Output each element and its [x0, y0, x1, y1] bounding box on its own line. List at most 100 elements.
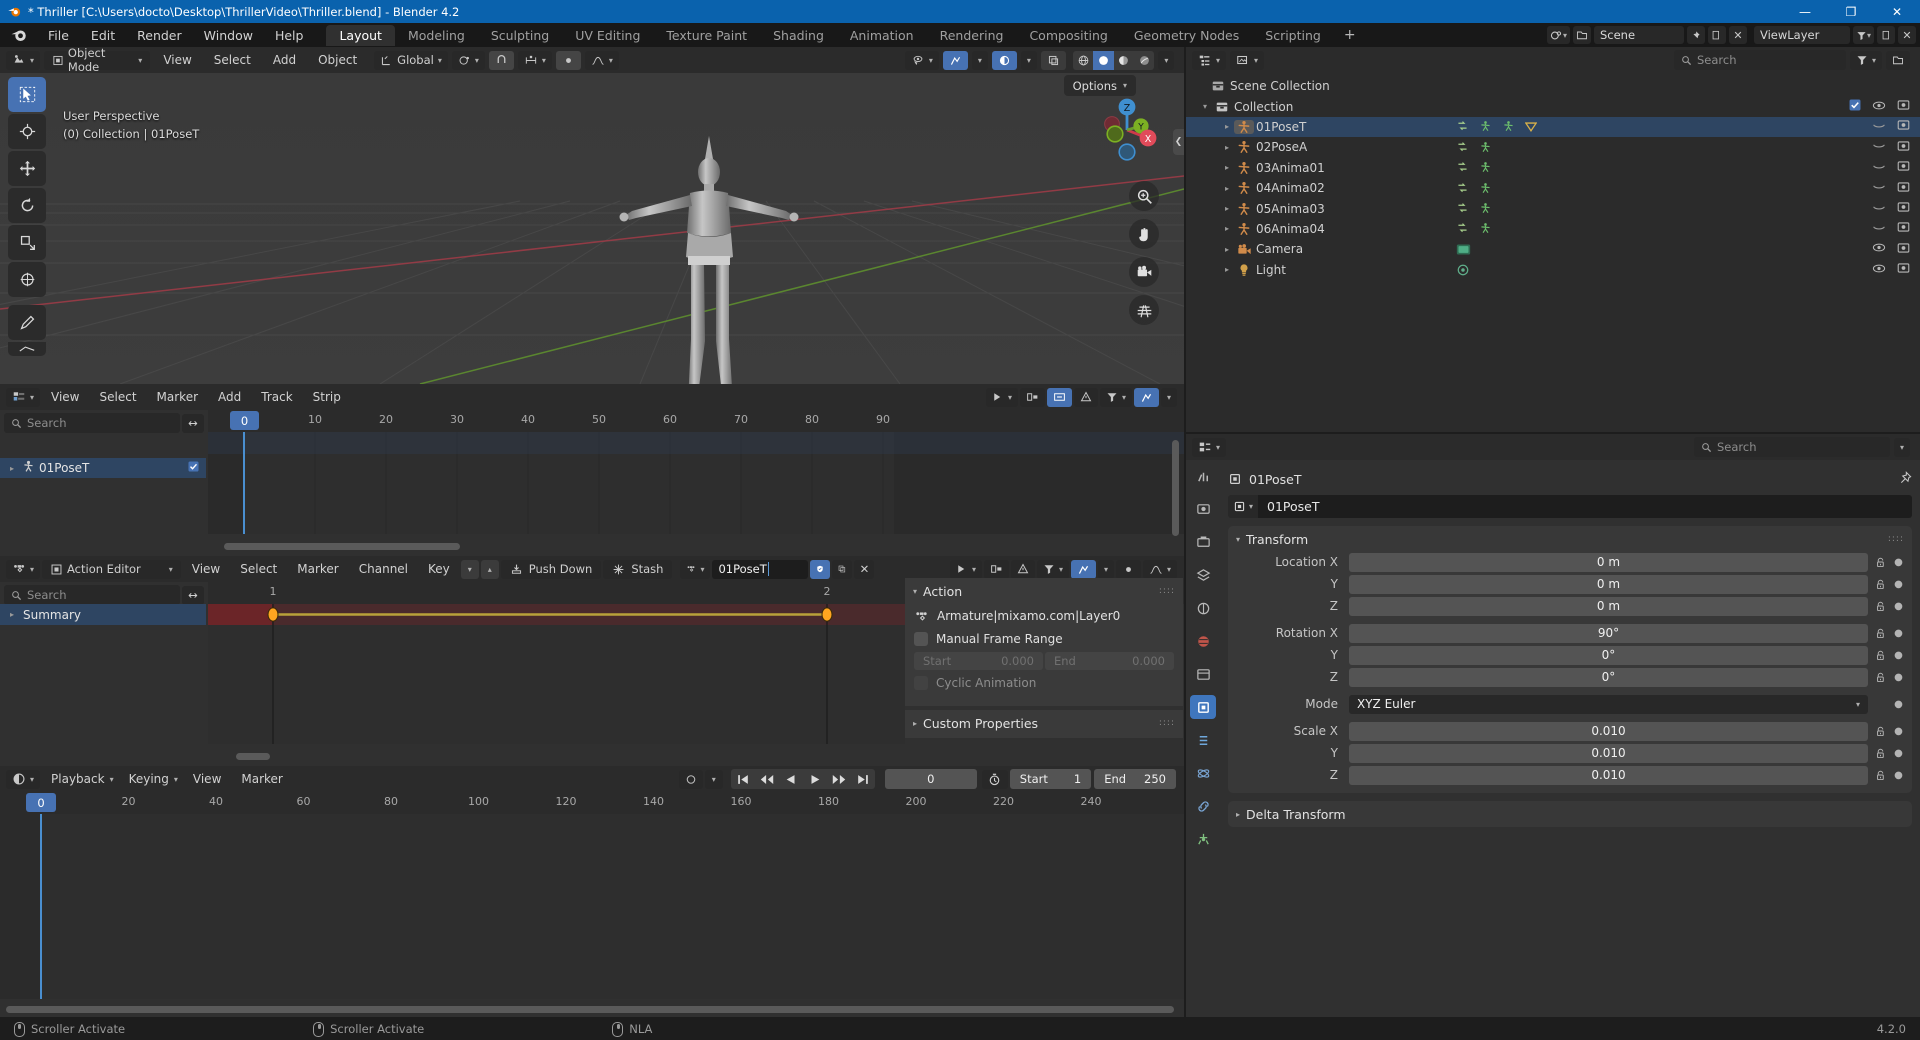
auto-keying-toggle[interactable] [678, 769, 703, 789]
workspace-tab-texture-paint[interactable]: Texture Paint [653, 25, 760, 46]
animate-property-dot[interactable]: ● [1893, 650, 1904, 661]
proportional-edit-toggle[interactable] [555, 50, 581, 70]
shading-dropdown[interactable]: ▾ [1158, 50, 1175, 70]
outliner-hide-eye-icon[interactable] [1872, 263, 1886, 277]
new-scene-icon[interactable] [1707, 26, 1726, 44]
dopesheet-menu-key[interactable]: Key [419, 556, 459, 582]
dopesheet-keyframe-area[interactable] [208, 604, 905, 744]
close-button[interactable]: ✕ [1874, 0, 1920, 23]
animate-property-dot[interactable]: ● [1893, 628, 1904, 639]
animate-property-dot[interactable]: ● [1893, 579, 1904, 590]
collection-checkbox[interactable] [1849, 99, 1861, 114]
use-preview-range-icon[interactable] [981, 769, 1008, 789]
action-next-button[interactable]: ▴ [480, 559, 499, 579]
pin-scene-icon[interactable] [1686, 26, 1705, 44]
outliner-hide-eye-icon[interactable] [1872, 140, 1886, 154]
action-panel[interactable]: ▾ Action :::: Armature|mixamo.com|Layer0… [905, 578, 1183, 706]
overlays-dropdown[interactable]: ▾ [1020, 50, 1037, 70]
outliner-item-06anima04[interactable]: ▸ 06Anima04 [1186, 219, 1920, 239]
outliner-editor-type-icon[interactable]: ▾ [1192, 50, 1227, 70]
tool-annotate-icon[interactable] [8, 305, 46, 340]
snap-target-selector[interactable]: ▾ [517, 50, 552, 70]
transform-value-field[interactable]: 0.010 [1349, 743, 1868, 763]
tab-constraints[interactable] [1190, 794, 1216, 818]
dopesheet-editor-type-icon[interactable]: ▾ [6, 559, 41, 579]
xray-toggle[interactable] [1040, 50, 1066, 70]
dopesheet-proportional-icon[interactable]: ▾ [949, 559, 982, 579]
dopesheet-menu-select[interactable]: Select [231, 556, 286, 582]
nla-menu-select[interactable]: Select [91, 384, 146, 410]
pivot-point-selector[interactable]: ▾ [451, 50, 485, 70]
outliner-disable-render-icon[interactable] [1897, 242, 1910, 257]
object-datablock-icon[interactable]: ▾ [1228, 495, 1259, 518]
visibility-gizmo-icon[interactable]: ▾ [904, 50, 939, 70]
nla-vertical-scrollbar[interactable] [1172, 440, 1179, 536]
editor-type-selector[interactable]: ▾ [6, 50, 41, 70]
nla-strip-area[interactable] [208, 432, 1184, 534]
workspace-tab-compositing[interactable]: Compositing [1016, 25, 1120, 46]
transform-panel[interactable]: ▾ Transform :::: Location X0 m ● Y 0 m ● Z 0 m… [1228, 526, 1912, 793]
workspace-tab-modeling[interactable]: Modeling [395, 25, 478, 46]
overlays-toggle[interactable] [991, 50, 1017, 70]
transform-collapse-chevron-down-icon[interactable]: ▾ [1236, 535, 1240, 544]
animate-property-dot[interactable]: ● [1893, 601, 1904, 612]
tab-world[interactable] [1190, 629, 1216, 653]
dopesheet-search-input[interactable]: Search [4, 585, 180, 605]
dopesheet-only-selected-icon[interactable] [983, 559, 1009, 579]
workspace-tab-rendering[interactable]: Rendering [927, 25, 1017, 46]
transform-value-mode[interactable]: XYZ Euler ▾ [1349, 694, 1868, 714]
frame-range-start-field[interactable]: Start 0.000 [914, 652, 1043, 670]
nla-menu-strip[interactable]: Strip [304, 384, 350, 410]
properties-options-dropdown[interactable]: ▾ [1893, 437, 1910, 457]
outliner-item-data-icons[interactable] [1456, 202, 1492, 215]
nla-menu-view[interactable]: View [42, 384, 88, 410]
outliner-item-01poset[interactable]: ▸ 01PoseT [1186, 116, 1920, 138]
outliner-expand-chevron-right-icon[interactable]: ▸ [1220, 184, 1234, 193]
tab-tool[interactable] [1190, 464, 1216, 488]
lock-icon[interactable] [1873, 556, 1888, 569]
outliner-disable-render-icon[interactable] [1897, 160, 1910, 175]
outliner-disable-render-icon[interactable] [1897, 262, 1910, 277]
timeline-editor[interactable]: ▾ Playback ▾ Keying ▾ View Marker ▾ 0 St… [0, 766, 1184, 1017]
nla-menu-add[interactable]: Add [209, 384, 250, 410]
custom-properties-title[interactable]: ▸ Custom Properties :::: [905, 710, 1183, 736]
tab-output[interactable] [1190, 530, 1216, 554]
remove-viewlayer-icon[interactable]: ✕ [1898, 26, 1916, 44]
dopesheet-autosnap-dropdown[interactable]: ▾ [1097, 559, 1114, 579]
outliner-search-input[interactable]: Search [1673, 50, 1846, 70]
workspace-tab-shading[interactable]: Shading [760, 25, 837, 46]
timeline-menu-view[interactable]: View [184, 766, 230, 792]
outliner-item-04anima02[interactable]: ▸ 04Anima02 [1186, 178, 1920, 198]
dopesheet-mode-selector[interactable]: Action Editor ▾ [42, 559, 181, 579]
custom-properties-chevron-right-icon[interactable]: ▸ [913, 719, 917, 728]
delta-transform-chevron-right-icon[interactable]: ▸ [1236, 810, 1240, 819]
new-viewlayer-icon[interactable] [1877, 26, 1895, 44]
cyclic-animation-row[interactable]: Cyclic Animation [905, 672, 1183, 694]
tool-move-icon[interactable] [8, 151, 46, 186]
nla-expand-width-icon[interactable]: ↔ [182, 413, 204, 433]
dopesheet-autosnap-icon[interactable] [1070, 559, 1096, 579]
outliner-disable-render-icon[interactable] [1897, 181, 1910, 196]
panel-drag-handle[interactable]: :::: [1888, 534, 1904, 544]
dopesheet-summary-row[interactable]: ▸ Summary [0, 604, 206, 625]
tab-modifiers[interactable] [1190, 728, 1216, 752]
tool-cursor-icon[interactable] [8, 114, 46, 149]
timeline-menu-keying[interactable]: Keying [120, 766, 178, 792]
filter-viewlayer-icon[interactable]: ▾ [1852, 26, 1874, 44]
lock-icon[interactable] [1873, 671, 1888, 684]
outliner-display-mode-icon[interactable]: ▾ [1230, 50, 1265, 70]
outliner-item-light[interactable]: ▸ Light [1186, 260, 1920, 280]
nla-search-input[interactable]: Search [4, 413, 180, 433]
duplicate-action-icon[interactable] [832, 559, 853, 579]
outliner-item-data-icons[interactable] [1456, 222, 1492, 235]
delete-scene-icon[interactable]: ✕ [1728, 26, 1747, 44]
nla-sync-dropdown[interactable]: ▾ [1160, 387, 1177, 407]
tab-physics[interactable] [1190, 761, 1216, 785]
outliner-hide-eye-icon[interactable] [1872, 120, 1886, 134]
transform-value-field[interactable]: 0° [1349, 667, 1868, 687]
nla-time-ruler[interactable]: 01020304050607080900 [208, 410, 1184, 432]
push-down-button[interactable]: Push Down [500, 559, 602, 579]
nla-autosnap-icon[interactable] [1046, 387, 1072, 407]
maximize-button[interactable]: ❐ [1828, 0, 1874, 23]
outliner-hide-eye-icon[interactable] [1872, 181, 1886, 195]
